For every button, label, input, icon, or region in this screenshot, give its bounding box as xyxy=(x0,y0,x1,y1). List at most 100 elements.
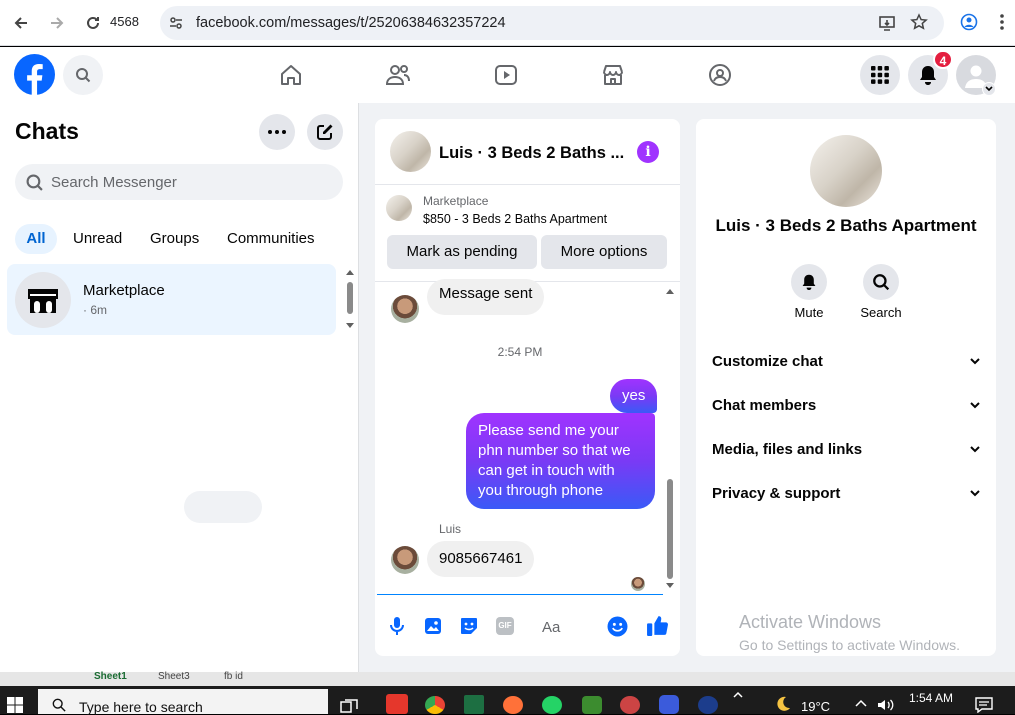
section-label: Media, files and links xyxy=(712,440,863,458)
filter-unread[interactable]: Unread xyxy=(73,224,122,254)
more-options-button[interactable]: More options xyxy=(541,235,667,269)
search-label: Search xyxy=(860,305,902,320)
photo-attach-icon[interactable] xyxy=(424,617,442,635)
listing-thumbnail[interactable] xyxy=(386,195,412,221)
section-chat-members[interactable]: Chat members xyxy=(712,393,980,417)
message-composer xyxy=(375,597,680,656)
marketplace-icon[interactable] xyxy=(593,60,633,90)
composer-divider xyxy=(377,594,663,595)
microphone-icon[interactable] xyxy=(389,616,405,636)
chats-title: Chats xyxy=(15,118,79,144)
taskbar-app-icon[interactable] xyxy=(698,696,718,714)
search-conversation-icon[interactable] xyxy=(863,264,899,300)
site-settings-icon[interactable] xyxy=(168,15,184,31)
section-privacy-support[interactable]: Privacy & support xyxy=(712,481,980,505)
taskbar-app-icon[interactable] xyxy=(582,696,602,714)
whatsapp-icon[interactable] xyxy=(542,696,562,714)
watch-video-icon[interactable] xyxy=(486,60,526,90)
notification-badge: 4 xyxy=(933,50,953,69)
chat-time: · 6m xyxy=(83,303,107,317)
groups-icon[interactable] xyxy=(700,60,740,90)
sidebar-scrollbar[interactable] xyxy=(346,268,354,330)
gif-icon[interactable]: GIF xyxy=(496,617,514,635)
section-media-files-links[interactable]: Media, files and links xyxy=(712,437,980,461)
section-label: Chat members xyxy=(712,396,817,414)
chrome-icon[interactable] xyxy=(425,696,445,714)
listing-title[interactable]: $850 - 3 Beds 2 Baths Apartment xyxy=(423,212,607,226)
filter-groups[interactable]: Groups xyxy=(150,224,199,254)
chevron-down-icon xyxy=(970,490,980,497)
taskbar-app-icon[interactable] xyxy=(659,695,679,714)
activate-windows-title: Activate Windows xyxy=(739,612,882,632)
sheet-tab[interactable]: fb id xyxy=(224,671,243,682)
sender-avatar[interactable] xyxy=(391,295,419,323)
like-thumbs-up-icon[interactable] xyxy=(646,614,669,637)
tray-chevron-icon[interactable] xyxy=(855,699,867,707)
sheet-tab[interactable]: Sheet3 xyxy=(158,671,190,682)
profile-icon[interactable] xyxy=(960,13,978,31)
weather-moon-icon xyxy=(775,696,791,712)
message-bubble-out[interactable]: yes xyxy=(610,379,658,413)
browser-menu-icon[interactable] xyxy=(999,13,1005,31)
tab-count: 4568 xyxy=(110,14,139,29)
clock-time[interactable]: 1:54 AM xyxy=(909,691,953,705)
forward-icon[interactable] xyxy=(44,10,70,36)
mark-as-pending-button[interactable]: Mark as pending xyxy=(387,235,537,269)
listing-avatar[interactable] xyxy=(390,131,431,172)
filter-communities[interactable]: Communities xyxy=(227,224,315,254)
section-label: Customize chat xyxy=(712,352,823,370)
action-center-icon[interactable] xyxy=(975,697,993,713)
message-bubble-out[interactable]: Please send me your phn number so that w… xyxy=(466,413,655,509)
firefox-icon[interactable] xyxy=(503,696,523,714)
chevron-down-icon xyxy=(970,446,980,453)
thread-scrollbar[interactable] xyxy=(666,286,674,590)
message-bubble-in[interactable]: 9085667461 xyxy=(427,541,535,577)
reload-icon[interactable] xyxy=(80,10,106,36)
section-customize-chat[interactable]: Customize chat xyxy=(712,349,980,373)
taskbar-search-icon xyxy=(52,698,66,712)
temperature[interactable]: 19°C xyxy=(801,699,830,714)
sheet-tab[interactable]: Sheet1 xyxy=(94,671,127,682)
search-placeholder: Search Messenger xyxy=(51,174,177,191)
message-thread: Message sent 2:54 PM yes Please send me … xyxy=(375,279,680,595)
volume-icon[interactable] xyxy=(877,698,895,712)
account-chevron-down-icon[interactable] xyxy=(982,82,996,96)
profile-photo[interactable] xyxy=(810,135,882,207)
bookmark-star-icon[interactable] xyxy=(910,13,928,31)
menu-grid-icon[interactable] xyxy=(860,55,900,95)
filter-all[interactable]: All xyxy=(15,224,57,254)
taskbar-app-icon[interactable] xyxy=(386,694,408,714)
facebook-logo-icon[interactable] xyxy=(14,54,55,95)
excel-icon[interactable] xyxy=(464,695,484,714)
emoji-icon[interactable] xyxy=(607,616,628,637)
new-message-icon[interactable] xyxy=(307,114,343,150)
home-icon[interactable] xyxy=(271,60,311,90)
conversation-title[interactable]: Luis · 3 Beds 2 Baths ... xyxy=(439,144,624,163)
task-view-icon[interactable] xyxy=(340,699,358,713)
taskbar-search-placeholder: Type here to search xyxy=(79,699,203,715)
chevron-down-icon xyxy=(970,402,980,409)
message-bubble-in[interactable]: Message sent xyxy=(427,279,545,315)
marketplace-store-icon xyxy=(15,272,71,328)
more-options-icon[interactable] xyxy=(259,114,295,150)
fb-search-icon[interactable] xyxy=(63,55,103,95)
install-app-icon[interactable] xyxy=(878,14,896,32)
chevron-down-icon xyxy=(970,358,980,365)
sheet-tabs-bar xyxy=(0,672,1015,686)
sender-avatar[interactable] xyxy=(391,546,419,574)
details-title: Luis · 3 Beds 2 Baths Apartment xyxy=(715,216,977,235)
windows-start-icon[interactable] xyxy=(7,697,23,713)
message-sender-name: Luis xyxy=(439,522,462,536)
conversation-info-icon[interactable]: i xyxy=(637,141,659,163)
message-input-placeholder: Aa xyxy=(542,619,561,636)
overflow-chevron-icon[interactable] xyxy=(733,691,743,701)
mute-label: Mute xyxy=(794,305,824,320)
url-text[interactable]: facebook.com/messages/t/2520638463235722… xyxy=(196,15,506,31)
chat-name: Marketplace xyxy=(83,282,165,299)
sticker-icon[interactable] xyxy=(459,616,479,636)
message-input[interactable] xyxy=(184,491,262,523)
mute-bell-icon[interactable] xyxy=(791,264,827,300)
friends-icon[interactable] xyxy=(378,60,418,90)
back-icon[interactable] xyxy=(8,10,34,36)
taskbar-app-icon[interactable] xyxy=(620,696,640,714)
